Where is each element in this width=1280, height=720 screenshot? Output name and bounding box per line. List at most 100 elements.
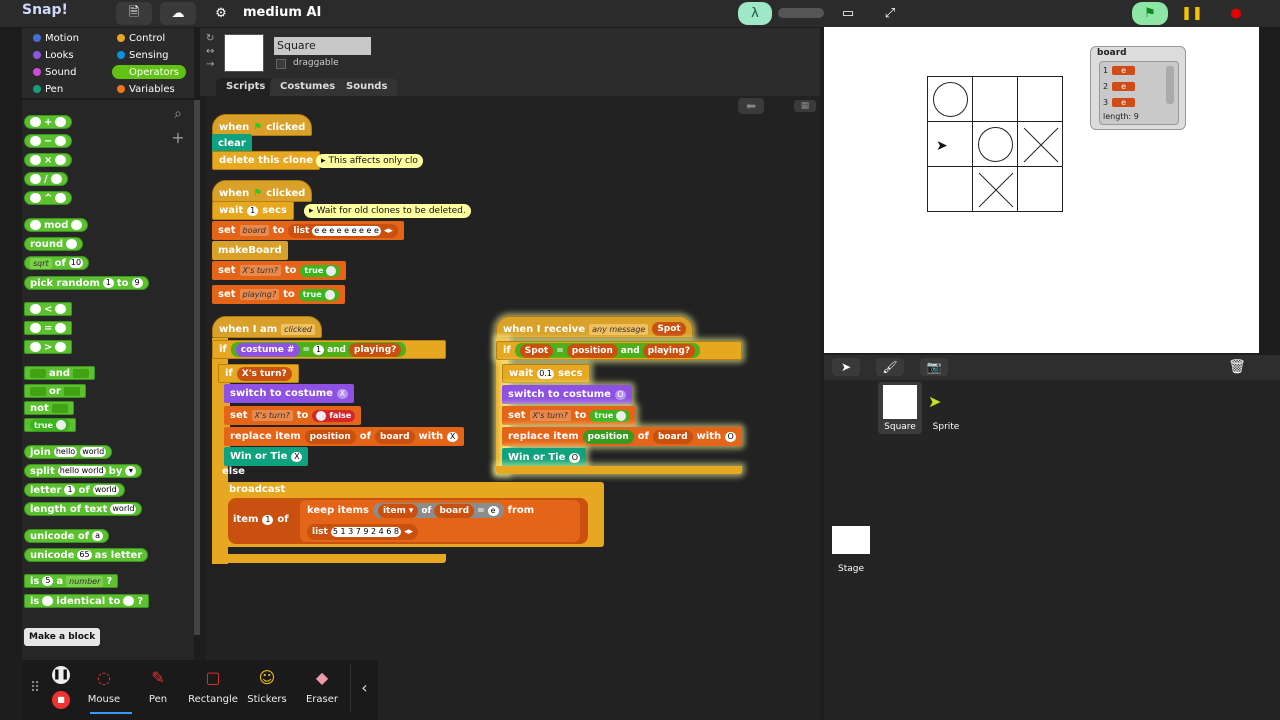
set-playing-block[interactable]: set playing? to true [212,285,345,304]
join-block[interactable]: join hello world [24,445,113,459]
tool-stickers[interactable]: ☺ Stickers [241,668,293,705]
pick-random-block[interactable]: pick random 1 to 9 [24,276,149,290]
item-index-input[interactable]: 1 [262,514,274,525]
costume-dropdown[interactable]: O [614,389,626,400]
win-or-tie-block[interactable]: Win or Tie X [224,447,309,466]
cloud-button[interactable]: ☁ [160,2,196,25]
stop-button[interactable]: ● [1224,2,1248,25]
file-button[interactable]: 🗎 [116,2,152,25]
comment[interactable]: ▸ This affects only clo [316,154,423,168]
position-reporter[interactable]: position [304,429,356,444]
unicode-input[interactable]: a [92,531,104,541]
win-input[interactable]: X [291,451,303,462]
is-input[interactable]: 5 [42,576,54,586]
replace-item-block[interactable]: replace item position of board with O [502,427,743,446]
identical-to-block[interactable]: is identical to? [24,594,150,608]
wait-input[interactable]: 1 [247,205,259,216]
make-board-block[interactable]: makeBoard [212,241,288,260]
join-input-b[interactable]: world [80,447,107,457]
compare-input[interactable]: e [487,505,499,516]
playing-reporter[interactable]: playing? [349,342,402,357]
presentation-button[interactable]: ⤢ [878,2,902,25]
function-dropdown[interactable]: sqrt [30,257,52,269]
board-reporter[interactable]: board [374,429,415,444]
if-block[interactable]: if Spot = position and playing? [496,341,742,360]
variable-dropdown[interactable]: board [239,225,269,236]
win-input[interactable]: O [569,452,581,463]
type-dropdown[interactable]: number [66,575,104,587]
position-reporter[interactable]: position [582,429,634,444]
compare-input[interactable]: 1 [313,344,325,355]
list-items[interactable]: e e e e e e e e e [312,225,381,236]
keyboard-icon[interactable]: ▦ [794,100,816,112]
trash-icon[interactable]: 🗑 [1226,358,1248,376]
round-block[interactable]: round [24,237,84,251]
costume-number-reporter[interactable]: costume # [235,342,300,357]
sprite-icon-square[interactable]: Square [878,382,922,434]
board-cell[interactable] [927,76,973,122]
sqrt-block[interactable]: sqrt of 10 [24,256,90,270]
snap-logo[interactable]: Snap! [22,2,68,18]
board-cell[interactable] [972,121,1018,167]
when-flag-clicked-hat[interactable]: when ⚑ clicked [212,180,313,202]
when-flag-clicked-hat[interactable]: when ⚑ clicked [212,114,313,136]
stop-recording-button[interactable]: ■ [52,691,70,709]
palette-scrollbar[interactable] [194,100,200,635]
list-items[interactable]: 5 1 3 7 9 2 4 6 8 [330,527,401,537]
tab-costumes[interactable]: Costumes [270,78,346,96]
tool-pen[interactable]: ✎ Pen [132,668,184,705]
draggable-checkbox[interactable] [276,59,286,69]
make-a-block-button[interactable]: Make a block [24,628,101,646]
variable-dropdown[interactable]: X's turn? [529,410,571,421]
if-block[interactable]: if X's turn? [218,364,299,383]
less-than-block[interactable]: < [24,302,73,316]
pause-button[interactable]: ❚❚ [1180,2,1204,25]
board-watcher[interactable]: board 1e 2e 3e length: 9 [1090,46,1186,130]
minus-block[interactable]: − [24,134,73,148]
undo-icon[interactable]: ⬅ [738,98,764,114]
variable-dropdown[interactable]: X's turn? [251,410,293,421]
join-input-a[interactable]: hello [53,447,78,457]
mod-block[interactable]: mod [24,218,89,232]
search-icon[interactable]: ⌕ [168,106,188,126]
power-block[interactable]: ^ [24,191,73,205]
times-block[interactable]: × [24,153,73,167]
paint-sprite-button[interactable]: 🖌 [876,358,904,376]
switch-costume-block[interactable]: switch to costume O [502,385,632,404]
letter-index-input[interactable]: 1 [64,485,76,495]
letter-block[interactable]: letter 1 of world [24,483,125,497]
comment[interactable]: ▸ Wait for old clones to be deleted. [304,204,471,218]
board-cell[interactable] [927,121,973,167]
set-xs-turn-block[interactable]: set X's turn? to true [502,406,637,425]
sprite-icon-sprite[interactable]: ➤ Sprite [926,382,966,434]
win-or-tie-block[interactable]: Win or Tie O [502,448,587,467]
when-i-receive-hat[interactable]: when I receive any message Spot [496,316,693,338]
collapse-toolbar-icon[interactable]: ‹ [350,664,378,712]
plus-icon[interactable]: + [168,128,188,148]
tool-mouse[interactable]: ◌ Mouse [78,668,130,705]
number-list-reporter[interactable]: list 5 1 3 7 9 2 4 6 8 ◂▸ [307,524,419,540]
pause-recording-button[interactable]: ❚❚ [52,666,70,684]
spot-reporter[interactable]: Spot [519,343,554,358]
speed-slider[interactable] [778,8,824,18]
or-block[interactable]: or [24,384,86,398]
switch-costume-block[interactable]: switch to costume X [224,384,354,403]
and-block[interactable]: and [24,366,96,380]
green-flag-button[interactable]: ⚑ [1132,2,1168,25]
board-cell[interactable] [1017,121,1063,167]
event-dropdown[interactable]: clicked [281,323,315,335]
stage-size-button[interactable]: ▭ [838,2,858,25]
category-operators[interactable]: Operators [112,65,186,79]
category-variables[interactable]: Variables [112,82,186,96]
settings-button[interactable]: ⚙ [203,2,239,25]
camera-sprite-button[interactable]: 📷 [920,358,948,376]
category-control[interactable]: Control [112,31,186,45]
length-text-input[interactable]: world [110,504,137,514]
random-from-input[interactable]: 1 [102,278,114,288]
category-pen[interactable]: Pen [28,82,102,96]
message-dropdown[interactable]: any message [589,323,649,335]
add-turtle-sprite-button[interactable]: ➤ [832,358,860,376]
unicode-number-input[interactable]: 65 [77,550,92,560]
split-input[interactable]: hello world [57,466,106,476]
random-to-input[interactable]: 9 [131,278,143,288]
